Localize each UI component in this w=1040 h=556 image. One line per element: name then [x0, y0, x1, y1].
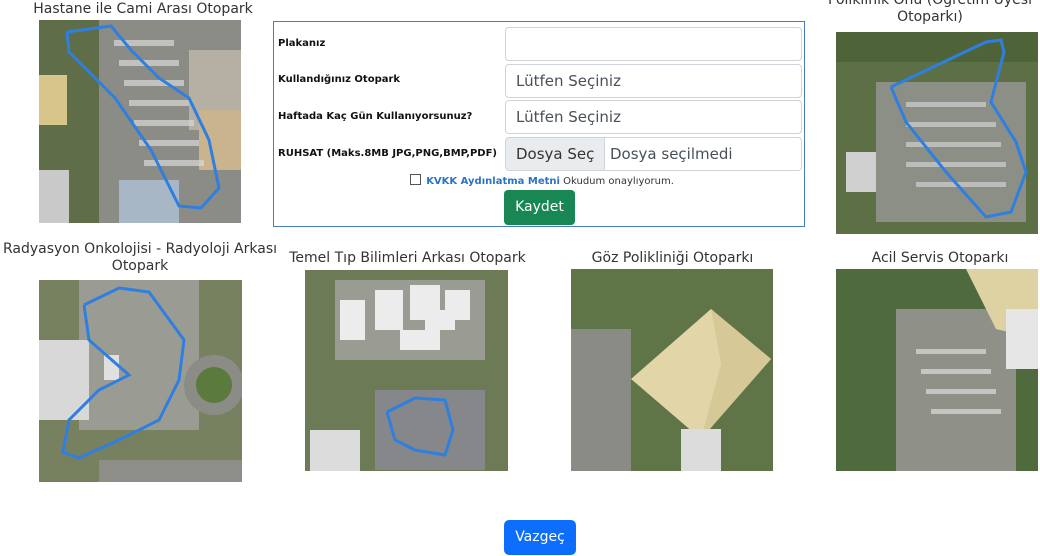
lot-caption-radyasyon: Radyasyon Onkolojisi - Radyoloji Arkası …: [2, 241, 278, 274]
license-file-input[interactable]: Dosya Seç Dosya seçilmedi: [505, 137, 802, 171]
plate-label: Plakanız: [278, 38, 326, 49]
file-status: Dosya seçilmedi: [610, 145, 733, 163]
lot-caption-acil: Acil Servis Otoparkı: [871, 250, 1009, 266]
kvkk-text: Okudum onaylıyorum.: [563, 176, 674, 187]
license-label: RUHSAT (Maks.8MB JPG,PNG,BMP,PDF): [278, 148, 497, 159]
registration-form: Plakanız Kullandığınız Otopark Lütfen Se…: [273, 21, 805, 227]
lot-photo-poliklinik: [836, 32, 1038, 234]
lot-photo-hastane: [39, 20, 241, 223]
kvkk-link[interactable]: KVKK Aydınlatma Metni: [426, 176, 560, 187]
parking-select[interactable]: Lütfen Seçiniz: [505, 64, 802, 98]
lot-photo-temel-tip: [305, 270, 508, 471]
kvkk-consent: KVKK Aydınlatma Metni Okudum onaylıyorum…: [410, 174, 674, 187]
days-select[interactable]: Lütfen Seçiniz: [505, 100, 802, 134]
kvkk-checkbox[interactable]: [410, 174, 421, 185]
lot-caption-goz: Göz Polikliniği Otoparkı: [591, 250, 754, 266]
lot-photo-acil: [836, 269, 1038, 471]
days-label: Haftada Kaç Gün Kullanıyorsunuz?: [278, 111, 473, 122]
lot-photo-goz: [571, 269, 773, 471]
lot-photo-radyasyon: [39, 280, 242, 482]
cancel-button[interactable]: Vazgeç: [504, 520, 576, 555]
lot-caption-temel-tip: Temel Tıp Bilimleri Arkası Otopark: [289, 250, 526, 266]
parking-label: Kullandığınız Otopark: [278, 74, 401, 85]
file-choose-button[interactable]: Dosya Seç: [506, 138, 606, 170]
save-button[interactable]: Kaydet: [504, 190, 575, 225]
lot-caption-hastane: Hastane ile Cami Arası Otopark: [33, 1, 253, 17]
lot-caption-poliklinik: Poliklinik Önü (Öğretim Üyesi Otoparkı): [828, 0, 1032, 25]
plate-input[interactable]: [505, 27, 802, 61]
